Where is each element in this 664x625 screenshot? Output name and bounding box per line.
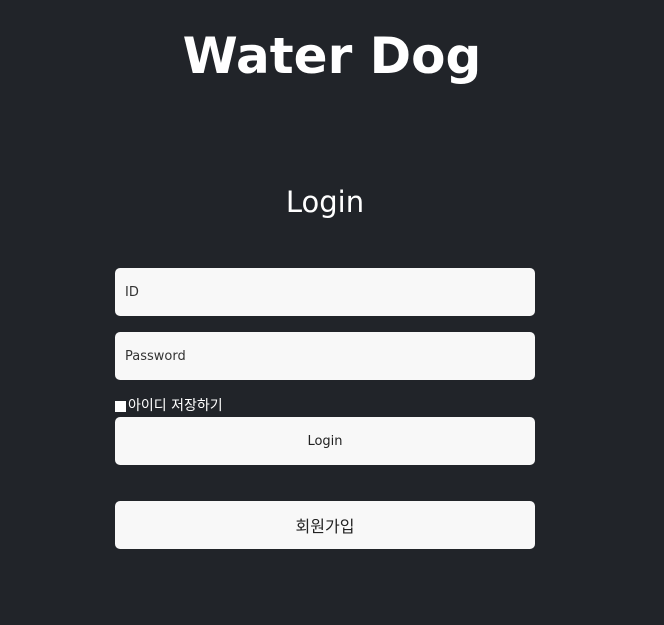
signup-button[interactable]: 회원가입 <box>115 501 535 549</box>
app-title: Water Dog <box>182 27 482 85</box>
remember-id-option[interactable]: 아이디 저장하기 <box>115 397 223 415</box>
login-heading: Login <box>285 185 365 219</box>
remember-id-label: 아이디 저장하기 <box>128 398 223 414</box>
id-input[interactable] <box>115 268 535 316</box>
login-button[interactable]: Login <box>115 417 535 465</box>
password-input[interactable] <box>115 332 535 380</box>
remember-id-checkbox[interactable] <box>115 400 126 412</box>
